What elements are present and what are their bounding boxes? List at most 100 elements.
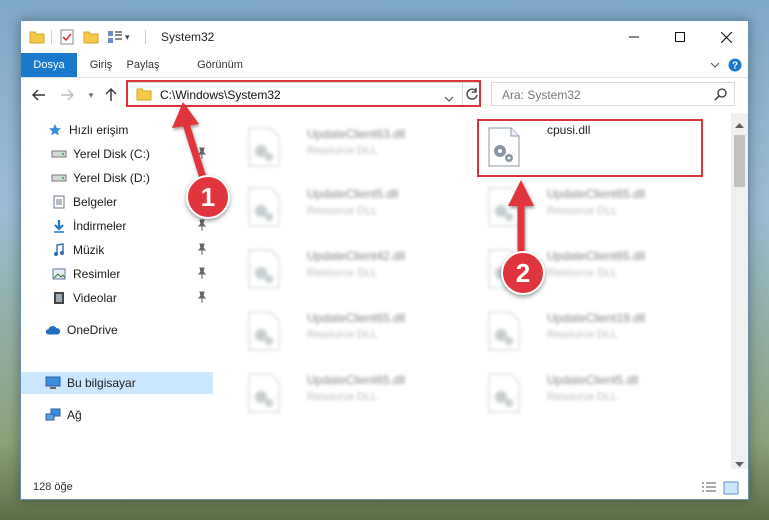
pin-icon[interactable] <box>197 291 209 305</box>
pictures-icon <box>51 266 67 282</box>
forward-arrow-icon[interactable] <box>59 87 75 103</box>
chevron-down-icon[interactable]: ▾ <box>83 87 99 103</box>
callout-badge-2: 2 <box>501 251 545 295</box>
item-count: 128 öğe <box>33 481 73 493</box>
up-arrow-icon[interactable] <box>103 87 119 103</box>
sidebar-item-label: OneDrive <box>67 323 118 337</box>
close-button[interactable] <box>703 21 749 53</box>
sidebar-item-label: Resimler <box>73 267 121 281</box>
file-name: UpdateClient65.dll <box>307 311 406 325</box>
close-icon <box>720 31 732 43</box>
dll-file-icon <box>248 127 280 167</box>
minimize-button[interactable] <box>611 21 657 53</box>
computer-icon <box>45 375 61 391</box>
search-icon[interactable] <box>714 87 728 104</box>
svg-text:?: ? <box>732 61 738 72</box>
dll-file-icon <box>248 249 280 289</box>
pin-icon[interactable] <box>197 219 209 233</box>
window-title: System32 <box>161 30 215 44</box>
list-item[interactable]: UpdateClient65.dll Resource DLL <box>237 303 467 355</box>
file-list: UpdateClient63.dll Resource DLL cpusi.dl… <box>217 113 731 469</box>
large-icons-view-icon[interactable] <box>723 481 739 498</box>
scroll-down-icon[interactable] <box>735 457 744 471</box>
file-type: Resource DLL <box>307 205 378 217</box>
dll-file-icon <box>488 311 520 351</box>
sidebar-item-documents[interactable]: Belgeler <box>21 191 213 213</box>
list-item[interactable]: UpdateClient42.dll Resource DLL <box>237 241 467 293</box>
scroll-up-icon[interactable] <box>735 117 744 131</box>
sidebar-item-network[interactable]: Ağ <box>21 404 213 426</box>
help-icon[interactable]: ? <box>727 57 743 73</box>
navigation-pane: Hızlı erişim Yerel Disk (C:) Yerel Disk … <box>21 113 213 469</box>
pin-icon[interactable] <box>197 147 209 161</box>
documents-icon <box>51 194 67 210</box>
file-type: Resource DLL <box>307 329 378 341</box>
file-name: UpdateClient5.dll <box>547 373 639 387</box>
maximize-button[interactable] <box>657 21 703 53</box>
sidebar-item-label: Videolar <box>73 291 117 305</box>
file-name: UpdateClient63.dll <box>307 127 406 141</box>
maximize-icon <box>675 32 685 42</box>
sidebar-item-local-disk-d[interactable]: Yerel Disk (D:) <box>21 167 213 189</box>
tab-share[interactable]: Paylaş <box>123 53 163 77</box>
file-name: UpdateClient65.dll <box>547 187 646 201</box>
list-item[interactable]: UpdateClient65.dll Resource DLL <box>477 179 707 231</box>
downloads-icon <box>51 218 67 234</box>
dll-file-icon <box>248 187 280 227</box>
search-input[interactable]: Ara: System32 <box>491 82 735 106</box>
dll-file-icon <box>248 373 280 413</box>
sidebar-item-this-pc[interactable]: Bu bilgisayar <box>21 372 213 394</box>
drive-icon <box>51 170 67 186</box>
music-icon <box>51 242 67 258</box>
dll-file-icon <box>248 311 280 351</box>
list-item[interactable]: UpdateClient5.dll Resource DLL <box>477 365 707 417</box>
list-item[interactable]: UpdateClient5.dll Resource DLL <box>237 179 467 231</box>
sidebar-item-music[interactable]: Müzik <box>21 239 213 261</box>
pin-icon[interactable] <box>197 267 209 281</box>
sidebar-item-quick-access[interactable]: Hızlı erişim <box>21 119 213 141</box>
navigation-bar: ▾ C:\Windows\System32 Ara: System32 <box>21 78 748 112</box>
tab-home[interactable]: Giriş <box>83 53 119 77</box>
folder-icon <box>29 29 45 45</box>
file-name: UpdateClient65.dll <box>547 249 646 263</box>
customize-toolbar-icon[interactable] <box>107 29 123 45</box>
back-arrow-icon[interactable] <box>31 87 47 103</box>
details-view-icon[interactable] <box>701 481 717 498</box>
sidebar-item-label: Ağ <box>67 408 82 422</box>
chevron-down-icon[interactable] <box>707 57 723 73</box>
dll-file-icon <box>488 373 520 413</box>
file-type: Resource DLL <box>307 145 378 157</box>
separator <box>51 30 52 44</box>
tab-file[interactable]: Dosya <box>21 53 77 77</box>
file-type: Resource DLL <box>547 267 618 279</box>
pin-icon[interactable] <box>197 243 209 257</box>
sidebar-item-label: Yerel Disk (D:) <box>73 171 150 185</box>
sidebar-item-local-disk-c[interactable]: Yerel Disk (C:) <box>21 143 213 165</box>
drive-icon <box>51 146 67 162</box>
list-item[interactable]: UpdateClient19.dll Resource DLL <box>477 303 707 355</box>
cloud-icon <box>45 322 61 338</box>
title-bar: ▾ System32 <box>21 21 748 53</box>
vertical-scrollbar[interactable] <box>731 113 748 469</box>
tab-view[interactable]: Görünüm <box>193 53 247 77</box>
sidebar-item-downloads[interactable]: İndirmeler <box>21 215 213 237</box>
sidebar-item-pictures[interactable]: Resimler <box>21 263 213 285</box>
sidebar-item-videos[interactable]: Videolar <box>21 287 213 309</box>
list-item[interactable]: UpdateClient63.dll Resource DLL <box>237 119 467 171</box>
sidebar-item-onedrive[interactable]: OneDrive <box>21 319 213 341</box>
sidebar-item-label: Bu bilgisayar <box>67 376 136 390</box>
address-bar-highlight <box>126 80 481 107</box>
file-name: UpdateClient5.dll <box>307 187 399 201</box>
sidebar-item-label: Müzik <box>73 243 105 257</box>
scroll-thumb[interactable] <box>734 135 745 187</box>
minimize-icon <box>629 36 639 38</box>
list-item[interactable]: UpdateClient65.dll Resource DLL <box>237 365 467 417</box>
file-name: UpdateClient42.dll <box>307 249 406 263</box>
file-name: UpdateClient65.dll <box>307 373 406 387</box>
dll-file-icon <box>488 187 520 227</box>
callout-badge-1: 1 <box>186 175 230 219</box>
new-folder-icon[interactable] <box>83 29 99 45</box>
chevron-down-icon[interactable]: ▾ <box>125 29 135 45</box>
sidebar-item-label: İndirmeler <box>73 219 127 233</box>
properties-icon[interactable] <box>59 29 75 45</box>
